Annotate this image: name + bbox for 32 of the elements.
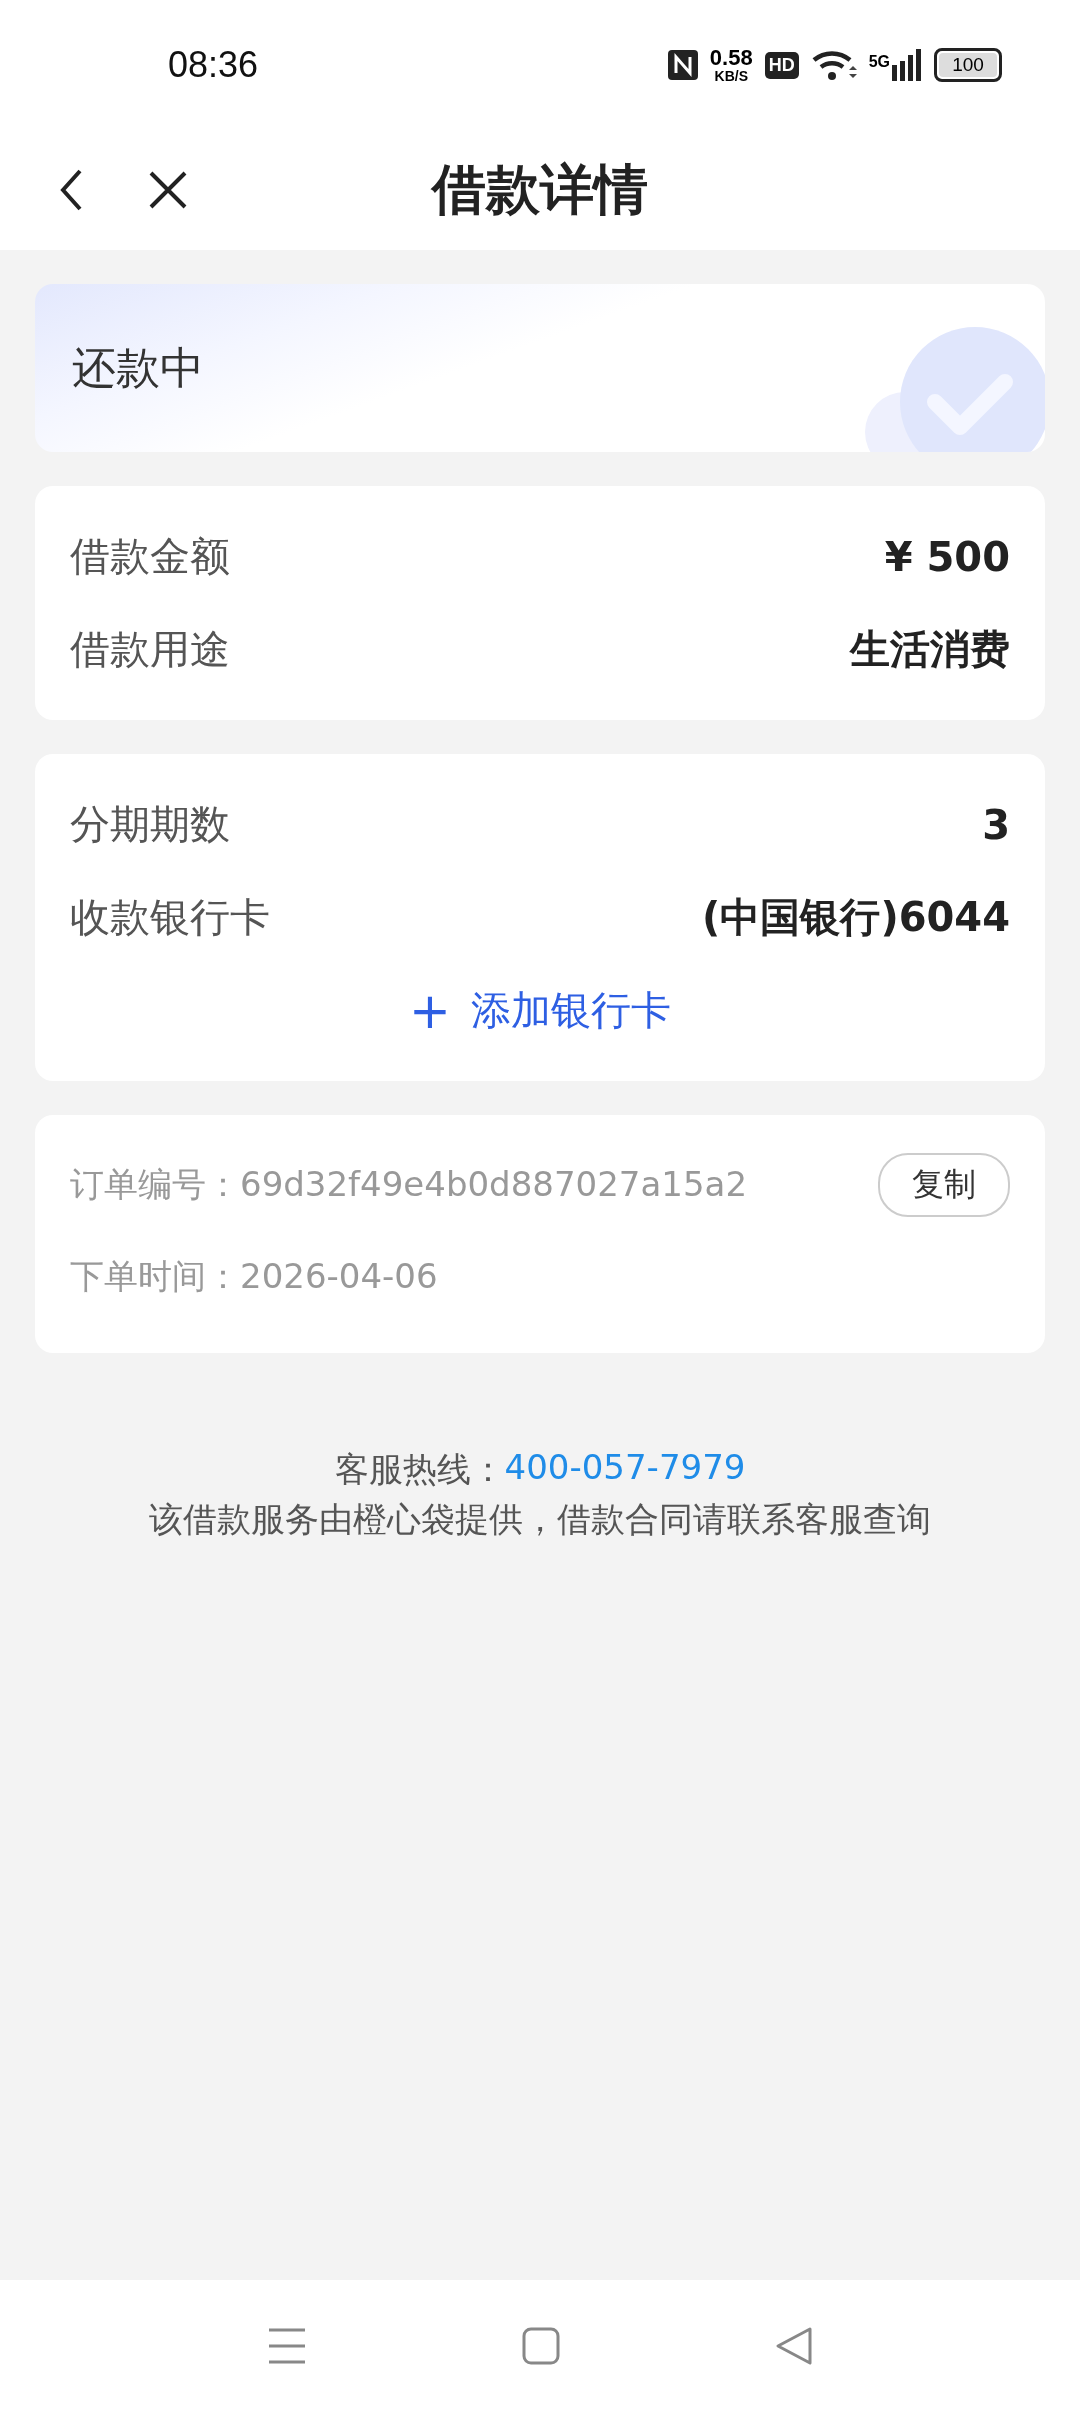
page-title: 借款详情 bbox=[432, 156, 648, 223]
order-time: 下单时间：2026-04-06 bbox=[70, 1255, 438, 1298]
add-card-link[interactable]: 添加银行卡 bbox=[470, 983, 671, 1038]
row-value: 生活消费 bbox=[850, 625, 1010, 674]
network-type: 5G bbox=[868, 53, 890, 71]
status-time: 08:36 bbox=[168, 44, 259, 86]
footer-note: 该借款服务由橙心袋提供，借款合同请联系客服查询 bbox=[149, 1498, 931, 1541]
row-label: 借款用途 bbox=[70, 625, 230, 674]
speed-unit: KB/S bbox=[714, 69, 748, 83]
row-value: 3 bbox=[982, 801, 1010, 848]
row-value: (中国银行)6044 bbox=[702, 893, 1010, 942]
copy-button[interactable]: 复制 bbox=[878, 1153, 1010, 1217]
hd-badge: HD bbox=[764, 51, 799, 79]
signal-icon bbox=[892, 49, 922, 81]
plus-icon[interactable]: + bbox=[409, 985, 451, 1036]
home-icon[interactable] bbox=[522, 2327, 560, 2365]
hotline-label: 客服热线： bbox=[334, 1448, 505, 1491]
back-icon[interactable] bbox=[60, 168, 84, 212]
close-icon[interactable] bbox=[148, 170, 188, 210]
hotline-link[interactable]: 400-057-7979 bbox=[504, 1447, 746, 1493]
network-speed: 0.58 bbox=[709, 47, 753, 69]
back-nav-icon[interactable] bbox=[774, 2326, 813, 2366]
battery-icon: 100 bbox=[934, 48, 1002, 82]
status-label: 还款中 bbox=[72, 340, 204, 395]
row-value: ¥ 500 bbox=[884, 533, 1010, 580]
wifi-icon bbox=[810, 48, 857, 82]
row-label: 收款银行卡 bbox=[70, 893, 270, 942]
nfc-icon bbox=[667, 50, 698, 80]
menu-icon[interactable] bbox=[267, 2327, 308, 2365]
order-number: 订单编号：69d32f49e4b0d887027a15a2 bbox=[70, 1163, 748, 1206]
row-label: 分期期数 bbox=[70, 800, 230, 849]
row-label: 借款金额 bbox=[70, 532, 230, 581]
